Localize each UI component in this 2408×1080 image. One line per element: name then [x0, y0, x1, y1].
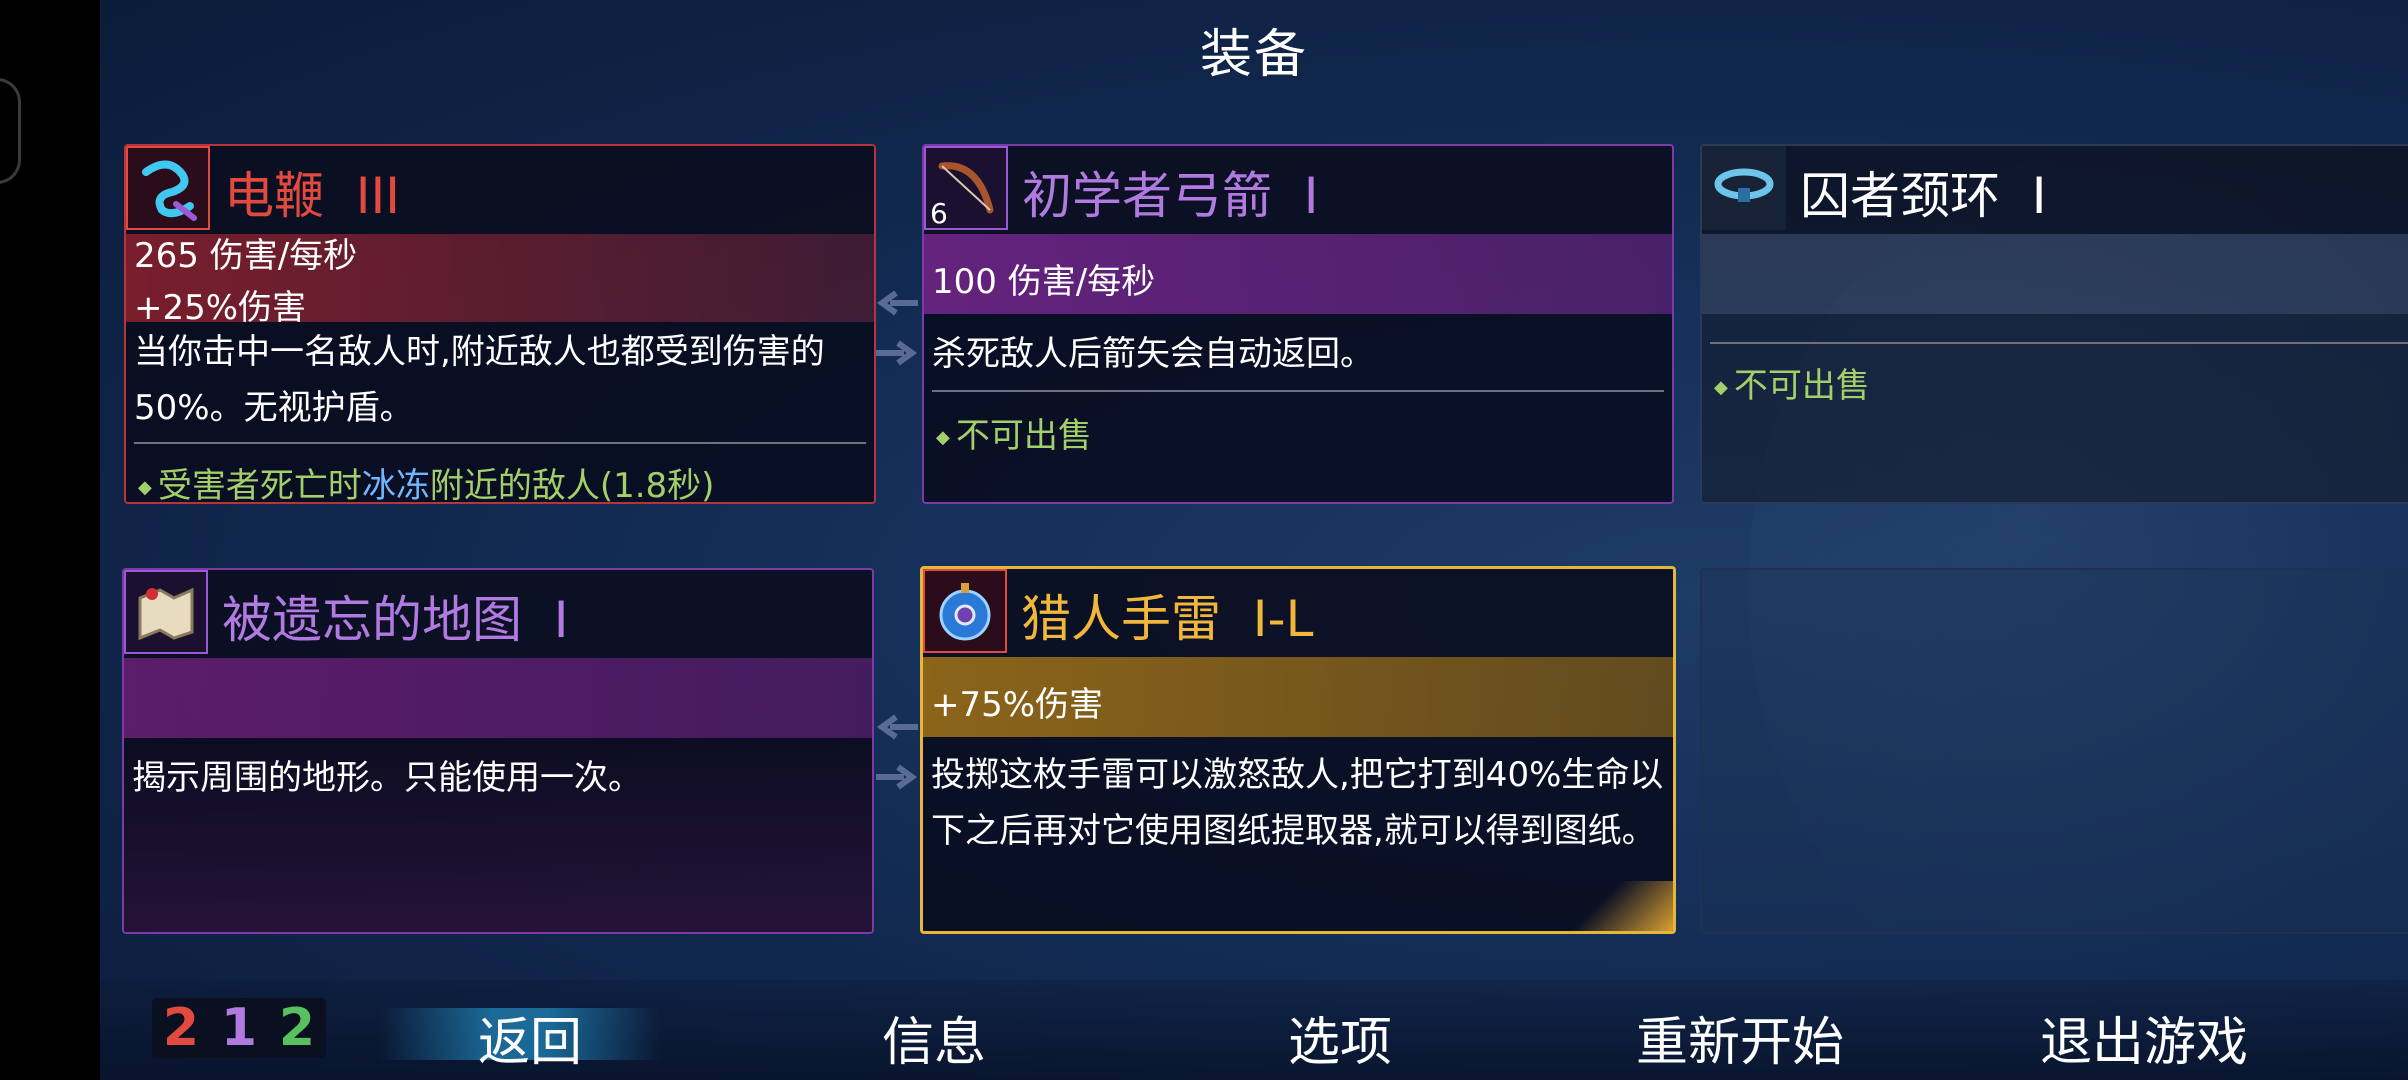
bottom-menu-bar: 2 1 2 返回 信息 选项 重新开始 退出游戏: [100, 980, 2408, 1080]
divider: [1710, 342, 2408, 344]
item-card-beginner-bow[interactable]: 6 初学者弓箭 I 100 伤害/每秒 杀死敌人后箭矢会自动返回。 ◆ 不可出售: [922, 144, 1674, 504]
info-button[interactable]: 信息: [834, 1000, 1034, 1075]
swap-right-arrow-icon[interactable]: [874, 762, 920, 792]
item-card-electric-whip[interactable]: 电鞭 III 265 伤害/每秒 +25%伤害 当你击中一名敌人时,附近敌人也都…: [124, 144, 876, 504]
camera-notch: [0, 78, 21, 184]
item-stat: +75%伤害: [931, 685, 1104, 725]
item-stat: 265 伤害/每秒: [134, 236, 358, 276]
swap-left-arrow-icon[interactable]: [874, 288, 920, 318]
grenade-icon: [923, 569, 1007, 653]
bow-icon: 6: [924, 146, 1008, 230]
item-name: 囚者颈环 I: [1800, 167, 2047, 225]
item-description: 投掷这枚手雷可以激怒敌人,把它打到40%生命以下之后再对它使用图纸提取器,就可以…: [931, 755, 1664, 851]
item-name: 电鞭 III: [224, 167, 401, 225]
item-name: 猎人手雷 I-L: [1021, 590, 1314, 648]
red-scroll-count: 2: [162, 998, 200, 1058]
item-note: ◆ 不可出售: [936, 416, 1092, 456]
inventory-screen: 装备 电鞭 III 265 伤害/每秒 +25%伤害 当你击中一名敌人时,附近敌…: [100, 0, 2408, 1080]
item-card-forgotten-map[interactable]: 被遗忘的地图 I 揭示周围的地形。只能使用一次。: [122, 568, 874, 934]
electric-whip-icon: [126, 146, 210, 230]
item-description: 杀死敌人后箭矢会自动返回。: [932, 334, 1374, 374]
purple-scroll-count: 1: [220, 998, 258, 1058]
item-card-prisoner-collar[interactable]: 囚者颈环 I ◆ 不可出售: [1700, 144, 2408, 504]
divider: [932, 390, 1664, 392]
green-scroll-count: 2: [278, 998, 316, 1058]
swap-right-arrow-icon[interactable]: [874, 338, 920, 368]
swap-left-arrow-icon[interactable]: [874, 712, 920, 742]
item-note: ◆ 受害者死亡时冰冻附近的敌人(1.8秒): [138, 466, 715, 504]
item-card-hunter-grenade[interactable]: 猎人手雷 I-L +75%伤害 投掷这枚手雷可以激怒敌人,把它打到40%生命以下…: [920, 566, 1676, 934]
options-button[interactable]: 选项: [1240, 1000, 1440, 1075]
item-name: 被遗忘的地图 I: [222, 591, 569, 649]
quit-game-button[interactable]: 退出游戏: [2004, 1000, 2284, 1075]
page-title: 装备: [1199, 25, 1308, 85]
left-black-bar: [0, 0, 100, 1080]
divider: [134, 442, 866, 444]
back-button[interactable]: 返回: [430, 1000, 630, 1075]
item-stat: +25%伤害: [134, 288, 307, 328]
restart-button[interactable]: 重新开始: [1600, 1000, 1880, 1075]
item-note: ◆ 不可出售: [1714, 366, 1870, 406]
item-description: 揭示周围的地形。只能使用一次。: [132, 758, 642, 798]
item-name: 初学者弓箭 I: [1022, 167, 1319, 225]
collar-icon: [1702, 146, 1786, 230]
item-stat: 100 伤害/每秒: [932, 262, 1156, 302]
map-scroll-icon: [124, 570, 208, 654]
item-description: 当你击中一名敌人时,附近敌人也都受到伤害的50%。无视护盾。: [134, 332, 825, 428]
icon-badge: 6: [930, 197, 948, 230]
empty-slot[interactable]: [1700, 568, 2408, 934]
scroll-counter: 2 1 2: [152, 998, 326, 1058]
